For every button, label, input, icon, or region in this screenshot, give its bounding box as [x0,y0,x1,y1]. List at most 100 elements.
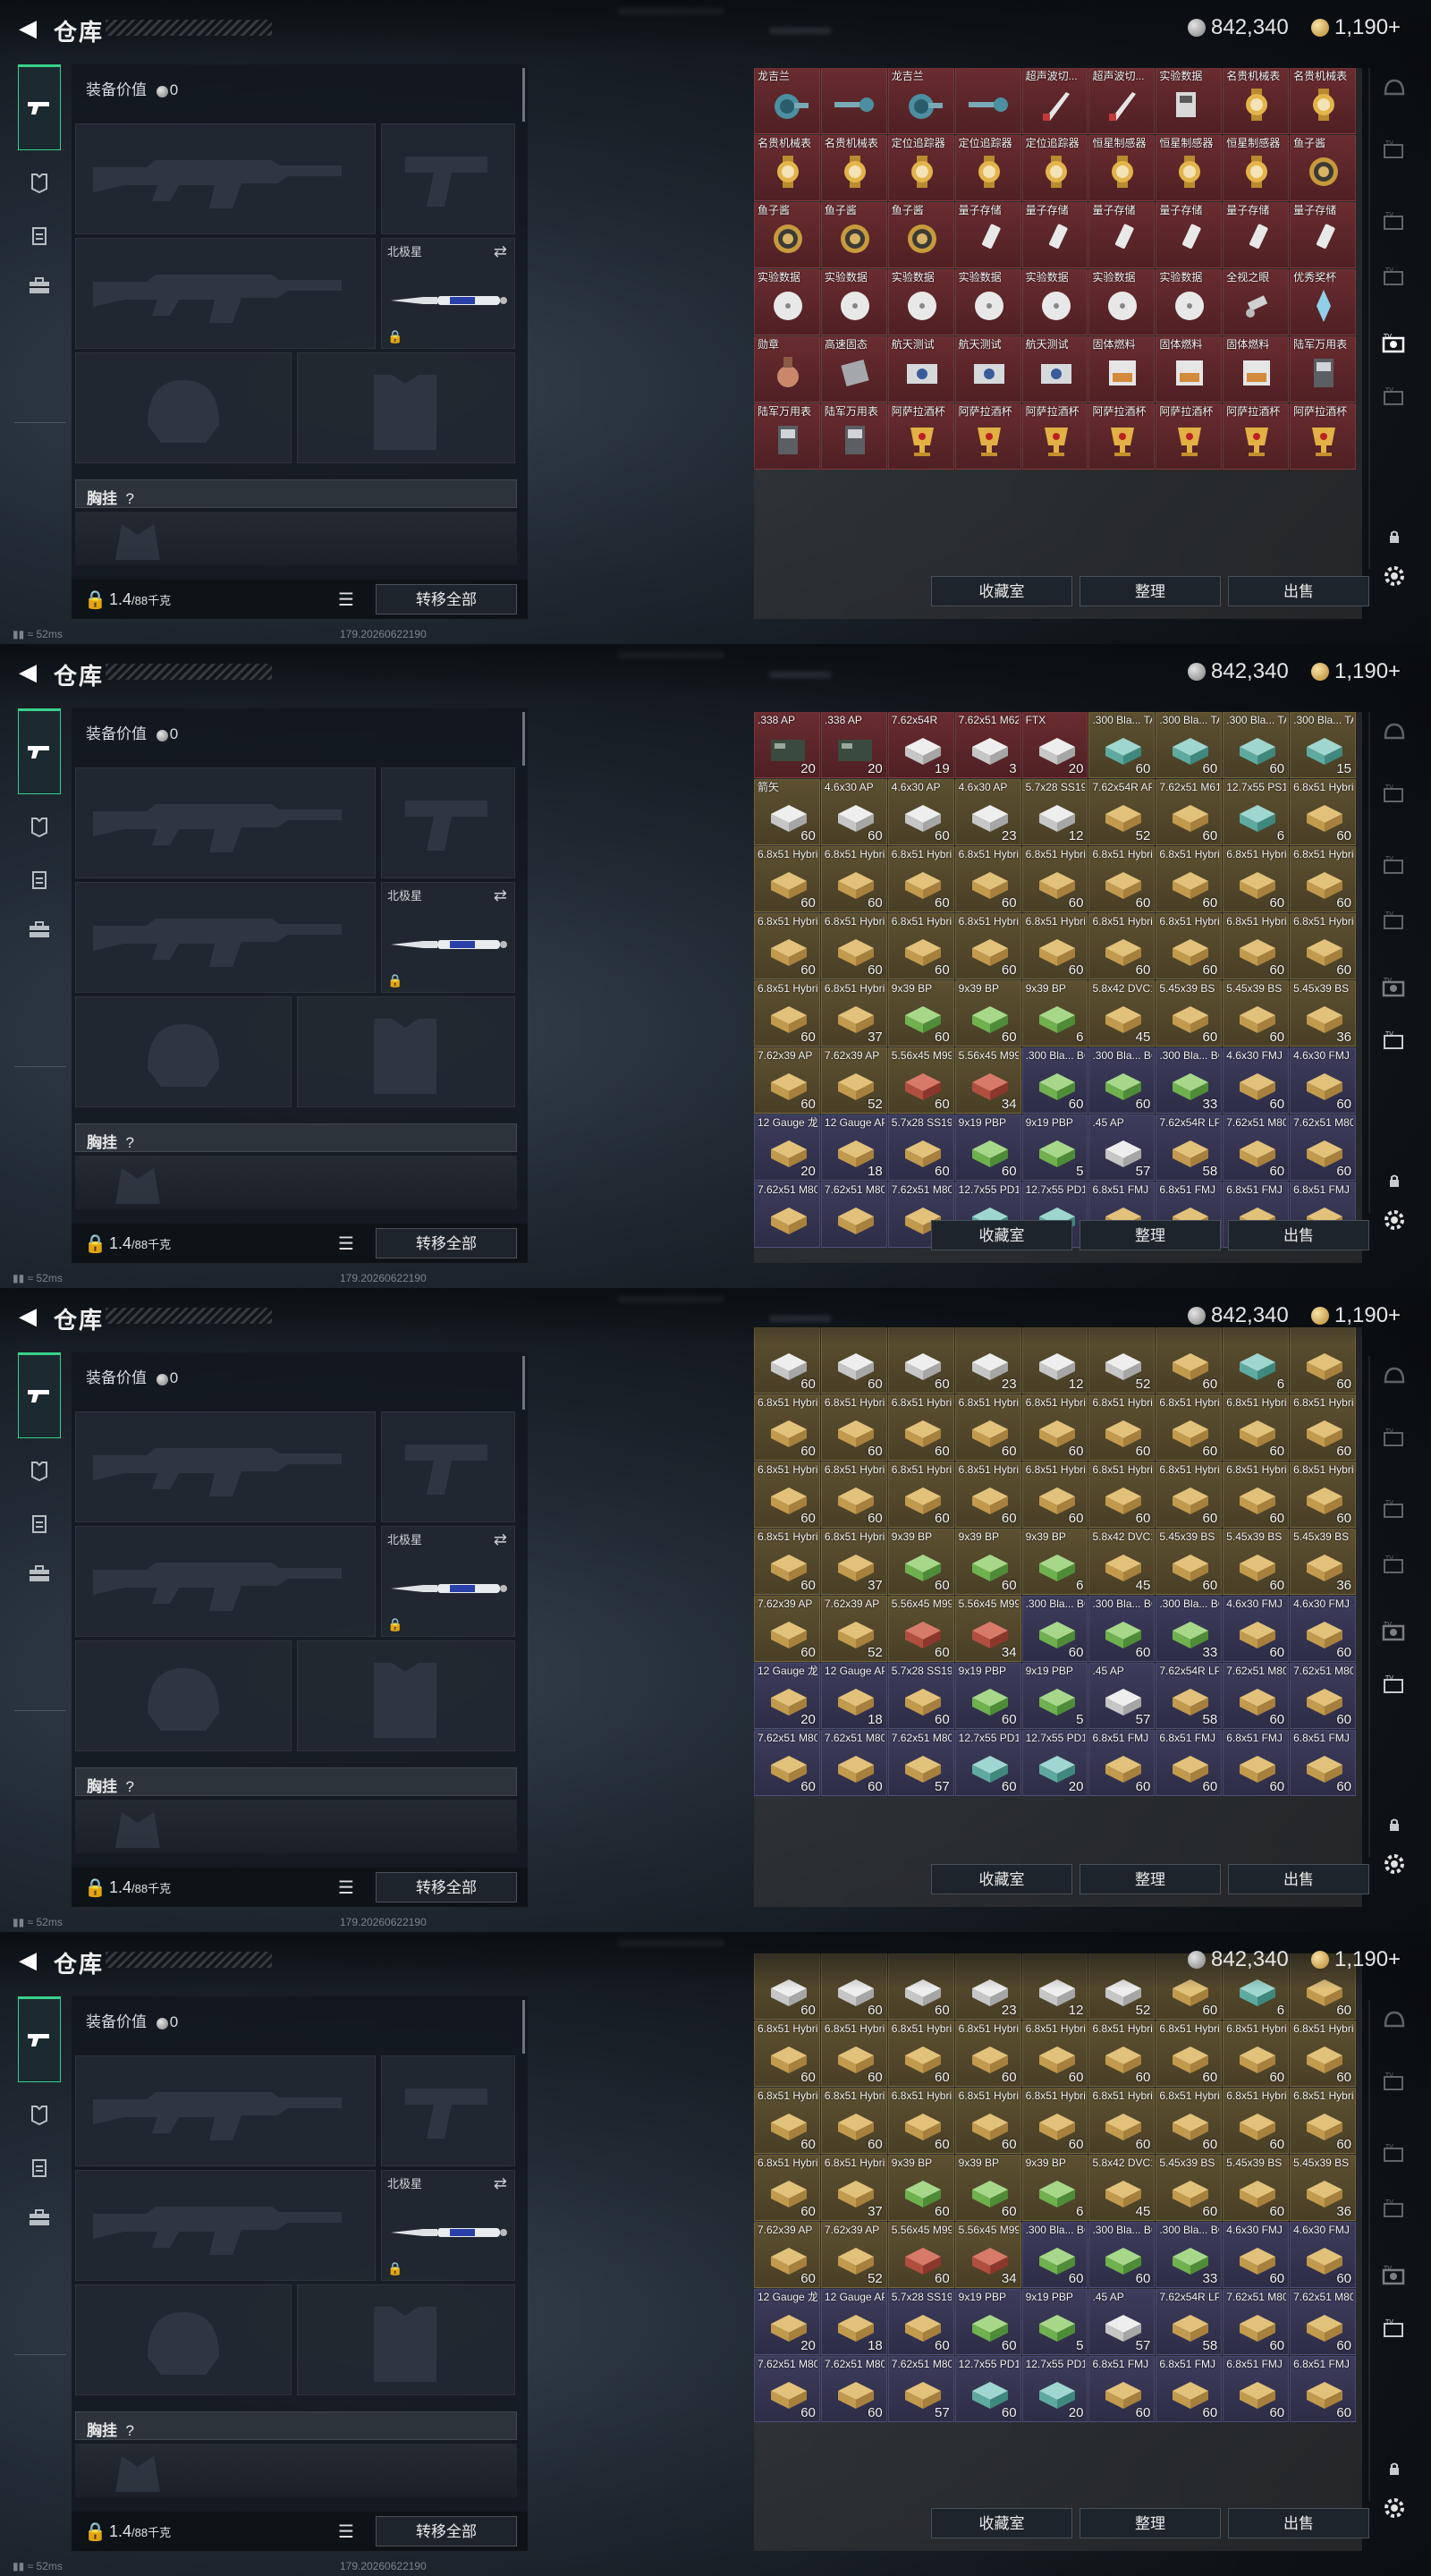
sort-button[interactable]: 整理 [1080,1864,1221,1894]
stash-item[interactable]: 5.7x28 SS193 60 [887,1114,954,1181]
stash-item[interactable]: .300 Bla... BCP FMJ 60 [1088,1047,1156,1114]
stash-item[interactable]: 6.8x51 Hybrid 60 [754,1394,820,1461]
stash-item[interactable]: 量子存储 [1088,202,1156,268]
stash-item[interactable]: 5.45x39 BS 60 [1223,1529,1290,1595]
stash-item[interactable]: 5.45x39 BS 60 [1156,2155,1223,2221]
stash-item[interactable]: 名贵机械表 [1223,68,1290,134]
stash-item[interactable]: .300 Bla... BCP FMJ 60 [1021,2222,1088,2288]
stash-item[interactable]: 6.8x51 Hybrid 60 [1223,1394,1290,1461]
stash-item[interactable]: 6.8x51 Hybrid 60 [754,980,820,1046]
stash-item[interactable]: 鱼子酱 [1290,135,1357,201]
primary-weapon-slot-2[interactable] [75,2170,376,2281]
stash-item[interactable]: 实验数据 [1088,269,1156,335]
loadout-scrollbar[interactable] [522,712,525,766]
chest-rig-slot[interactable] [75,512,517,565]
side-tab-8[interactable] [1372,1844,1417,1889]
stash-item[interactable]: 9x19 PBP 60 [954,1663,1021,1729]
stash-item[interactable]: 9x39 BP 60 [954,2155,1021,2221]
back-icon[interactable]: ◀ [13,1945,43,1975]
stash-item[interactable]: 6.8x51 Hybrid 60 [1290,2021,1357,2087]
helmet-slot[interactable] [75,1640,292,1751]
side-tab-5[interactable]: TV [1372,324,1417,369]
stash-item[interactable]: 优秀奖杯 [1290,269,1357,335]
side-tab-6[interactable]: TV [1372,1665,1417,1710]
stash-item[interactable]: 6.8x51 FMJ 60 [1290,2356,1357,2422]
stash-item[interactable]: 龙吉兰 [754,68,820,134]
stash-item[interactable]: .300 Bla... TAC-X 60 [1156,712,1223,778]
stash-item[interactable]: 量子存储 [1223,202,1290,268]
back-icon[interactable]: ◀ [13,13,43,43]
helmet-slot[interactable] [75,2284,292,2395]
stash-item[interactable]: 5.7x28 SS193 60 [887,1663,954,1729]
stash-item[interactable]: 陆军万用表 [754,403,820,470]
transfer-all-button[interactable]: 转移全部 [376,2516,517,2546]
swap-icon[interactable]: ⇄ [494,886,507,905]
stash-item[interactable]: 6.8x51 Hybrid 60 [1021,846,1088,912]
side-tab-4[interactable]: TV [1372,258,1417,302]
lock-icon[interactable]: 🔒 [84,589,106,611]
stash-scrollbar[interactable] [1368,2000,1370,2501]
stash-item[interactable]: 6.8x51 FMJ 60 [1156,2356,1223,2422]
nav-chest-rig[interactable] [18,2148,61,2188]
lock-icon[interactable]: 🔒 [84,1877,106,1899]
stash-item[interactable]: 9x19 PBP 5 [1021,1114,1088,1181]
swap-icon[interactable]: ⇄ [494,2174,507,2193]
stash-item[interactable]: 6.8x51 Hybrid 60 [954,913,1021,979]
primary-weapon-slot-2[interactable] [75,882,376,993]
list-icon[interactable]: ☰ [338,589,354,611]
stash-item[interactable]: 6.8x51 Hybrid 60 [1223,1462,1290,1528]
stash-item[interactable]: 9x39 BP 60 [887,2155,954,2221]
chest-rig-header[interactable]: 胸挂 ? [75,2411,517,2440]
side-tab-7[interactable] [1372,2447,1417,2492]
stash-item[interactable]: 6.8x51 Hybrid 60 [1156,913,1223,979]
stash-item[interactable]: 鱼子酱 [754,202,820,268]
stash-item[interactable]: .338 AP 20 [754,712,820,778]
stash-item[interactable]: 名贵机械表 [1290,68,1357,134]
stash-item[interactable]: 航天测试 [954,336,1021,402]
side-tab-8[interactable] [1372,2488,1417,2533]
stash-item[interactable]: 5.56x45 M995 34 [954,2222,1021,2288]
stash-item[interactable]: 恒星制感器 [1223,135,1290,201]
stash-item[interactable]: 4.6x30 AP 23 [954,779,1021,845]
stash-item[interactable]: 6.8x51 Hybrid 60 [1088,1462,1156,1528]
stash-item[interactable]: 陆军万用表 [1290,336,1357,402]
stash-item[interactable]: 7.62x39 AP 52 [820,1047,887,1114]
stash-item[interactable]: 7.62x54R LPS 58 [1156,1663,1223,1729]
stash-item[interactable]: 5.45x39 BS 36 [1290,980,1357,1046]
helmet-slot[interactable] [75,996,292,1107]
stash-item[interactable]: 6.8x51 Hybrid 60 [887,846,954,912]
stash-item[interactable]: 7.62x51 M80 60 [754,1730,820,1796]
stash-item[interactable]: 定位追踪器 [1021,135,1088,201]
nav-weapons[interactable] [18,1352,61,1438]
stash-item[interactable]: .300 Bla... TAC-X 60 [1223,712,1290,778]
melee-slot[interactable]: 北极星 ⇄ 🔒 [381,882,515,993]
side-tab-1[interactable] [1372,2000,1417,2045]
stash-item[interactable]: 12.7x55 PD12双头 60 [954,2356,1021,2422]
stash-item[interactable]: 5.8x42 DVC12 45 [1088,1529,1156,1595]
list-icon[interactable]: ☰ [338,1877,354,1899]
stash-item[interactable]: 6.8x51 Hybrid 60 [820,2088,887,2154]
stash-item[interactable] [954,68,1021,134]
sort-button[interactable]: 整理 [1080,2508,1221,2538]
stash-item[interactable]: 4.6x30 FMJ SX 60 [1223,1047,1290,1114]
stash-item[interactable]: 阿萨拉酒杯 [1021,403,1088,470]
stash-item[interactable]: 6.8x51 Hybrid 60 [754,2021,820,2087]
stash-item[interactable]: 5.7x28 SS190 12 [1021,779,1088,845]
stash-item[interactable]: 6.8x51 Hybrid 60 [954,2021,1021,2087]
stash-item[interactable]: 6.8x51 Hybrid 37 [820,1529,887,1595]
stash-item[interactable]: 6.8x51 Hybrid 60 [820,913,887,979]
side-tab-4[interactable]: TV [1372,2190,1417,2234]
gold-currency[interactable]: 1,190+ [1311,1302,1401,1329]
stash-item[interactable]: 7.62x54R LPS 58 [1156,2289,1223,2355]
stash-item[interactable]: 航天测试 [1021,336,1088,402]
side-tab-5[interactable]: TV [1372,1612,1417,1657]
stash-item[interactable]: 7.62x51 M80 57 [887,1730,954,1796]
side-tab-6[interactable]: TV [1372,1021,1417,1066]
stash-item[interactable]: 7.62x54R AP 52 [1088,779,1156,845]
stash-item[interactable]: 6.8x51 Hybrid 60 [754,1529,820,1595]
primary-weapon-slot[interactable] [75,123,376,234]
secondary-weapon-slot[interactable] [381,2055,515,2166]
side-tab-3[interactable]: TV [1372,846,1417,891]
primary-weapon-slot-2[interactable] [75,238,376,349]
stash-item[interactable]: 6.8x51 FMJ 60 [1223,2356,1290,2422]
